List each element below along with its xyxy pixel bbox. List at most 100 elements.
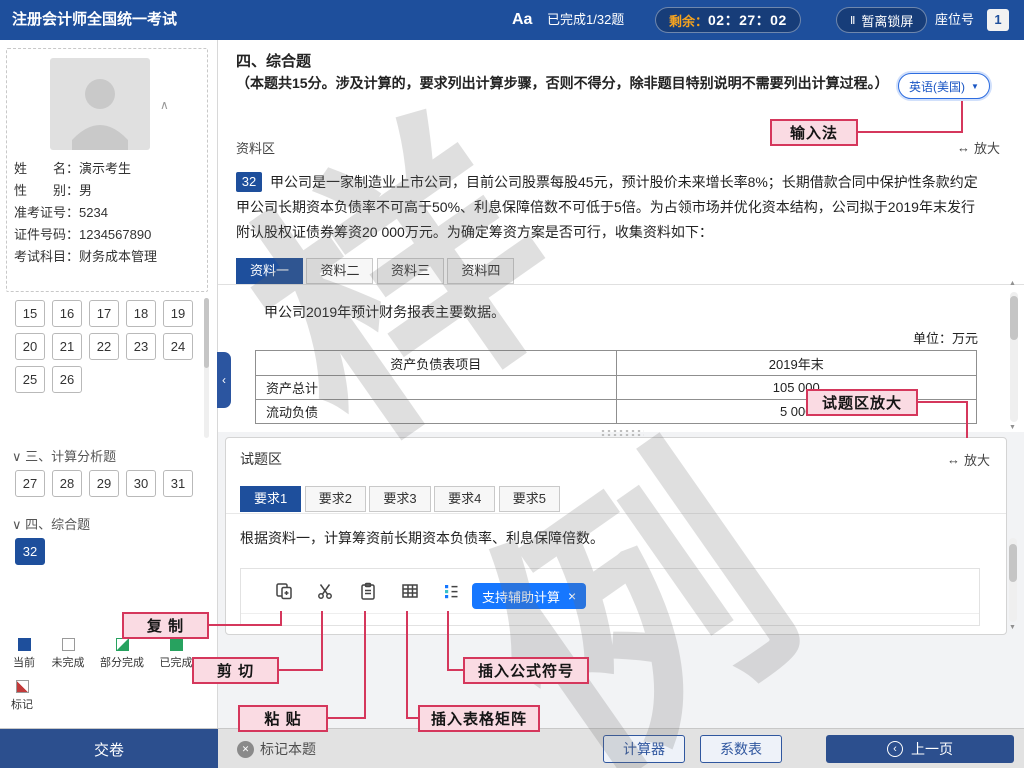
seat-label: 座位号 [935,12,975,27]
table-icon[interactable] [399,580,421,602]
question-cell-16[interactable]: 16 [52,300,82,327]
tab-requirement-5[interactable]: 要求5 [498,486,560,512]
material-area: 四、综合题 （本题共15分。涉及计算的，要求列出计算步骤，否则不得分，除非题目特… [218,40,1024,432]
exam-enlarge-button[interactable]: ↔ 放大 [947,450,990,469]
annotation-ime: 输入法 [770,119,858,146]
tab-material-3[interactable]: 资料三 [376,258,444,284]
question-cell-25[interactable]: 25 [15,366,45,393]
panel-resize-handle[interactable] [600,429,644,436]
bottom-bar: 交卷 ✕ 标记本题 计算器 系数表 ‹ 上一页 [0,728,1024,768]
avatar [50,58,150,150]
pause-lock-button[interactable]: Ⅱ 暂离锁屏 [836,7,928,33]
material-tabs: 资料一 资料二 资料三 资料四 [236,258,515,284]
toolbar-divider [241,613,979,614]
section-comprehensive[interactable]: ∨ 四、综合题 [12,514,90,533]
tab-requirement-4[interactable]: 要求4 [434,486,496,512]
legend-current-swatch [17,638,31,651]
resize-horizontal-icon: ↔ [946,452,960,467]
question-cell-21[interactable]: 21 [52,333,82,360]
pause-icon: Ⅱ [850,14,856,27]
material-scrollbar-thumb[interactable] [1010,296,1018,340]
annotation-cut: 剪 切 [192,657,279,684]
remaining-label: 剩余： [669,13,709,29]
copy-icon[interactable] [273,580,295,602]
cut-icon[interactable] [314,580,336,602]
material-area-label: 资料区 [236,141,276,156]
legend-incomplete-swatch [61,638,75,651]
info-row-admission-no: 准考证号：5234 [14,205,108,220]
question-cell-23[interactable]: 23 [126,333,156,360]
question-cell-29[interactable]: 29 [89,470,119,497]
formula-icon[interactable] [440,580,462,602]
table-header-item: 资产负债表项目 [255,350,617,376]
question-cell-28[interactable]: 28 [52,470,82,497]
info-row-subject: 考试科目：财务成本管理 [14,249,158,264]
question-text: 甲公司是一家制造业上市公司，目前公司股票每股45元，预计股价未来增长率8%；长期… [236,174,978,240]
section-title: 四、综合题 [236,53,312,70]
tab-material-4[interactable]: 资料四 [447,258,515,284]
info-row-name: 姓 名：演示考生 [14,161,132,176]
legend-current: 当前 [4,638,44,670]
close-icon[interactable]: × [568,588,576,604]
exam-area-panel: 试题区 ↔ 放大 要求1 要求2 要求3 要求4 要求5 根据资料一，计算筹资前… [225,437,1007,635]
question-cell-22[interactable]: 22 [89,333,119,360]
exam-scrollbar[interactable] [1009,538,1017,622]
scroll-up-icon[interactable]: ▲ [1009,280,1016,287]
font-size-icon[interactable]: Aa [512,0,532,40]
exam-scrollbar-thumb[interactable] [1009,544,1017,582]
legend-partial-swatch [115,638,129,651]
sidebar-scrollbar-thumb[interactable] [204,298,209,368]
question-cell-32-current[interactable]: 32 [15,538,45,565]
annotation-copy: 复 制 [122,612,209,639]
paste-icon[interactable] [357,580,379,602]
chevron-up-icon[interactable]: ∧ [160,98,169,112]
calculator-button[interactable]: 计算器 [603,735,685,763]
question-cell-30[interactable]: 30 [126,470,156,497]
prev-icon: ‹ [887,741,903,757]
mark-icon: ✕ [237,740,254,758]
question-cell-31[interactable]: 31 [163,470,193,497]
table-header-row: 资产负债表项目 2019年末 [255,350,977,376]
question-cell-18[interactable]: 18 [126,300,156,327]
mark-question-button[interactable]: ✕ 标记本题 [237,729,316,768]
tab-material-1[interactable]: 资料一 [236,258,304,284]
question-cell-15[interactable]: 15 [15,300,45,327]
question-stem: 32 甲公司是一家制造业上市公司，目前公司股票每股45元，预计股价未来增长率8%；… [236,170,986,245]
tab-material-2[interactable]: 资料二 [306,258,374,284]
assist-calc-badge[interactable]: 支持辅助计算 × [472,583,587,609]
question-cell-19[interactable]: 19 [163,300,193,327]
question-cell-17[interactable]: 17 [89,300,119,327]
material-enlarge-button[interactable]: ↔ 放大 [957,138,1000,157]
ime-selector[interactable]: 英语(美国) ▼ [898,73,990,99]
answer-editor[interactable]: 支持辅助计算 × [240,568,980,626]
legend-complete-swatch [169,638,183,651]
top-bar: 注册会计师全国统一考试 Aa 已完成1/32题 剩余： 02：27：02 Ⅱ 暂… [0,0,1024,40]
submit-paper-button[interactable]: 交卷 [0,729,218,768]
tab-requirement-3[interactable]: 要求3 [369,486,431,512]
question-cell-20[interactable]: 20 [15,333,45,360]
progress-status: 已完成1/32题 [547,12,625,27]
question-cell-27[interactable]: 27 [15,470,45,497]
material-scrollbar[interactable] [1010,292,1018,422]
section-calc-analysis[interactable]: ∨ 三、计算分析题 [12,446,116,465]
scroll-down-icon[interactable]: ▼ [1009,624,1016,631]
legend-mark: 标记 [4,680,40,712]
pause-label: 暂离锁屏 [861,13,914,29]
status-legend: 当前 未完成 部分完成 已完成 [4,638,214,670]
previous-page-button[interactable]: ‹ 上一页 [826,735,1014,763]
exam-app: 注册会计师全国统一考试 Aa 已完成1/32题 剩余： 02：27：02 Ⅱ 暂… [0,0,1024,768]
table-header-year: 2019年末 [615,350,977,376]
coefficient-table-button[interactable]: 系数表 [700,735,782,763]
tab-requirement-1[interactable]: 要求1 [240,486,302,512]
seat-number-badge: 1 [987,9,1009,31]
question-cell-26[interactable]: 26 [52,366,82,393]
annotation-paste: 粘 贴 [238,705,328,732]
scroll-down-icon[interactable]: ▼ [1009,424,1016,431]
annotation-matrix: 插入表格矩阵 [418,705,540,732]
sidebar-collapse-handle[interactable]: ‹ [217,352,231,408]
question-cell-24[interactable]: 24 [163,333,193,360]
chevron-left-icon: ‹ [222,373,226,387]
tab-requirement-2[interactable]: 要求2 [304,486,366,512]
sidebar-scrollbar[interactable] [204,298,209,438]
section-note: （本题共15分。涉及计算的，要求列出计算步骤，否则不得分，除非题目特别说明不需要… [236,75,889,91]
